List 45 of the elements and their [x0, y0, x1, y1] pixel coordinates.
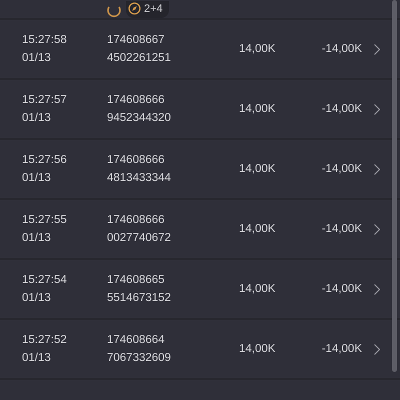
time-text: 15:27:57 [22, 93, 68, 108]
chevron-right-icon [374, 164, 380, 174]
amount-text: 14,00K [239, 43, 276, 55]
tag-badge: 2+4 [126, 1, 169, 18]
id-text: 4502261251 [107, 51, 172, 66]
amount-text: 14,00K [239, 283, 276, 295]
date-text: 01/13 [22, 231, 52, 246]
compass-icon [128, 2, 141, 15]
id-text: 5514673152 [107, 291, 172, 306]
change-text: -14,00K [320, 163, 362, 175]
time-text: 15:27:56 [22, 153, 68, 168]
amount-text: 14,00K [239, 103, 276, 115]
time-text: 15:27:54 [22, 273, 68, 288]
change-text: -14,00K [320, 343, 362, 355]
scrollbar[interactable] [392, 0, 397, 372]
chevron-right-icon [374, 284, 380, 294]
date-text: 01/13 [22, 291, 52, 306]
amount-text: 14,00K [239, 163, 276, 175]
date-text: 01/13 [22, 111, 52, 126]
id-text: 174608665 [107, 273, 166, 288]
change-text: -14,00K [320, 43, 362, 55]
id-text: 9452344320 [107, 111, 172, 126]
id-text: 174608667 [107, 33, 166, 48]
id-text: 4813433344 [107, 171, 172, 186]
amount-text: 14,00K [239, 343, 276, 355]
time-text: 15:27:52 [22, 333, 68, 348]
change-text: -14,00K [320, 223, 362, 235]
id-text: 174608666 [107, 153, 166, 168]
time-text: 15:27:58 [22, 33, 68, 48]
change-text: -14,00K [320, 283, 362, 295]
change-text: -14,00K [320, 103, 362, 115]
id-text: 174608666 [107, 93, 166, 108]
chevron-right-icon [374, 224, 380, 234]
id-text: 0027740672 [107, 231, 172, 246]
chevron-right-icon [374, 344, 380, 354]
id-text: 174608664 [107, 333, 166, 348]
amount-text: 14,00K [239, 223, 276, 235]
time-text: 15:27:55 [22, 213, 68, 228]
id-text: 174608666 [107, 213, 166, 228]
date-text: 01/13 [22, 351, 52, 366]
chevron-right-icon [374, 44, 380, 54]
chevron-right-icon [374, 104, 380, 114]
date-text: 01/13 [22, 171, 52, 186]
date-text: 01/13 [22, 51, 52, 66]
id-text: 7067332609 [107, 351, 172, 366]
